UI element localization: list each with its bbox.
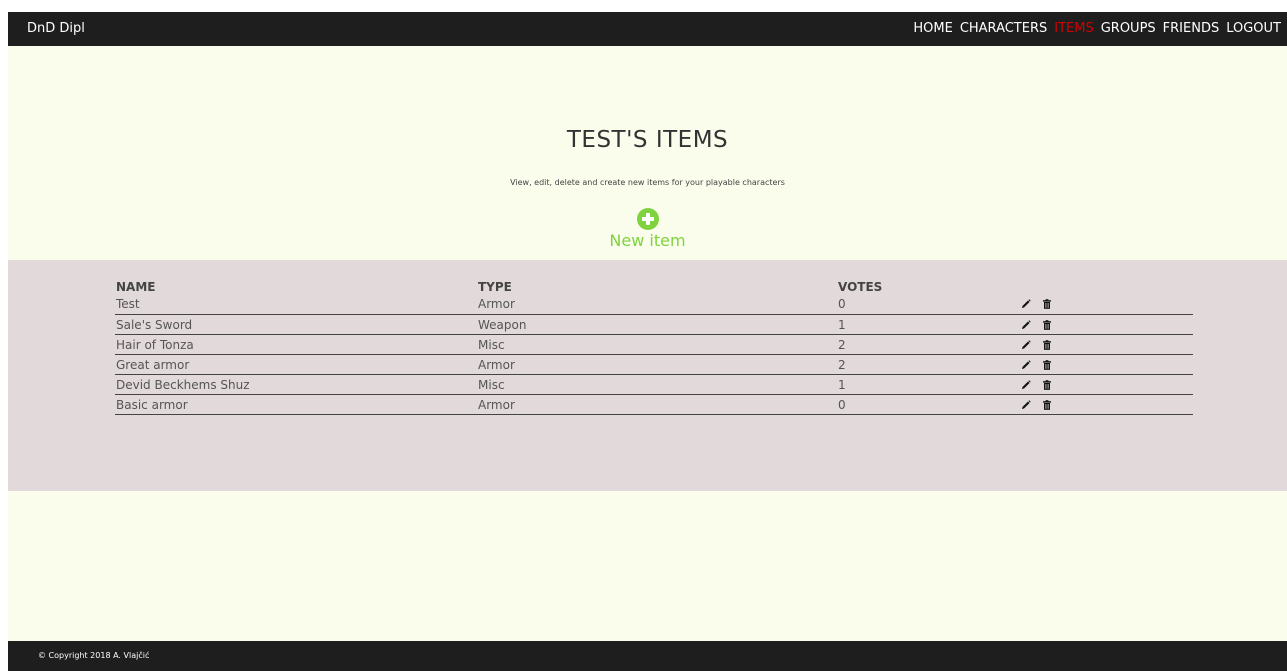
footer: © Copyright 2018 A. Vlajčić <box>8 641 1287 671</box>
item-votes: 2 <box>838 358 846 372</box>
table-row: Devid Beckhems Shuz Misc 1 <box>115 375 1193 395</box>
pencil-icon[interactable] <box>1021 360 1031 370</box>
nav-home[interactable]: HOME <box>913 21 952 36</box>
item-votes: 0 <box>838 398 846 412</box>
item-name: Great armor <box>116 358 190 372</box>
table-header: NAME TYPE VOTES <box>115 280 1193 294</box>
column-header-type: TYPE <box>478 280 512 294</box>
table-row: Great armor Armor 2 <box>115 355 1193 375</box>
brand-logo[interactable]: DnD Dipl <box>27 21 85 36</box>
trash-icon[interactable] <box>1042 320 1052 330</box>
column-header-name: NAME <box>116 280 156 294</box>
items-section: NAME TYPE VOTES Test Armor 0 Sale's Sword We… <box>8 260 1287 491</box>
trash-icon[interactable] <box>1042 380 1052 390</box>
table-body: Test Armor 0 Sale's Sword Weapon 1 Hair of Ton… <box>115 293 1193 415</box>
item-votes: 1 <box>838 378 846 392</box>
item-name: Sale's Sword <box>116 318 193 332</box>
page-header: TEST'S ITEMS View, edit, delete and crea… <box>8 46 1287 260</box>
nav-links: HOME CHARACTERS ITEMS GROUPS FRIENDS LOG… <box>913 21 1281 36</box>
table-row: Hair of Tonza Misc 2 <box>115 335 1193 355</box>
row-actions <box>1008 299 1193 309</box>
item-type: Misc <box>478 378 505 392</box>
row-actions <box>1008 360 1193 370</box>
pencil-icon[interactable] <box>1021 299 1031 309</box>
column-header-votes: VOTES <box>838 280 883 294</box>
item-votes: 0 <box>838 297 846 311</box>
item-name: Devid Beckhems Shuz <box>116 378 250 392</box>
trash-icon[interactable] <box>1042 360 1052 370</box>
item-name: Basic armor <box>116 398 188 412</box>
copyright-text: © Copyright 2018 A. Vlajčić <box>38 651 150 660</box>
nav-characters[interactable]: CHARACTERS <box>960 21 1047 36</box>
items-table: NAME TYPE VOTES Test Armor 0 Sale's Sword We… <box>115 280 1193 415</box>
item-type: Armor <box>478 398 515 412</box>
nav-items[interactable]: ITEMS <box>1054 21 1093 36</box>
pencil-icon[interactable] <box>1021 400 1031 410</box>
page: DnD Dipl HOME CHARACTERS ITEMS GROUPS FR… <box>8 12 1287 671</box>
trash-icon[interactable] <box>1042 400 1052 410</box>
row-actions <box>1008 400 1193 410</box>
pencil-icon[interactable] <box>1021 380 1031 390</box>
item-votes: 1 <box>838 318 846 332</box>
item-name: Test <box>116 297 140 311</box>
nav-groups[interactable]: GROUPS <box>1101 21 1156 36</box>
nav-logout[interactable]: LOGOUT <box>1226 21 1281 36</box>
row-actions <box>1008 380 1193 390</box>
pencil-icon[interactable] <box>1021 340 1031 350</box>
item-name: Hair of Tonza <box>116 338 194 352</box>
pencil-icon[interactable] <box>1021 320 1031 330</box>
new-item-button[interactable]: New item <box>8 208 1287 250</box>
item-type: Weapon <box>478 318 527 332</box>
new-item-label[interactable]: New item <box>609 231 685 250</box>
table-row: Basic armor Armor 0 <box>115 395 1193 415</box>
table-row: Test Armor 0 <box>115 293 1193 315</box>
plus-circle-icon[interactable] <box>636 208 659 230</box>
row-actions <box>1008 340 1193 350</box>
nav-friends[interactable]: FRIENDS <box>1163 21 1220 36</box>
page-subtitle: View, edit, delete and create new items … <box>510 178 785 187</box>
table-row: Sale's Sword Weapon 1 <box>115 315 1193 335</box>
item-type: Misc <box>478 338 505 352</box>
page-title: TEST'S ITEMS <box>566 127 729 153</box>
row-actions <box>1008 320 1193 330</box>
trash-icon[interactable] <box>1042 340 1052 350</box>
item-type: Armor <box>478 358 515 372</box>
trash-icon[interactable] <box>1042 299 1052 309</box>
item-type: Armor <box>478 297 515 311</box>
navbar: DnD Dipl HOME CHARACTERS ITEMS GROUPS FR… <box>8 12 1287 46</box>
item-votes: 2 <box>838 338 846 352</box>
